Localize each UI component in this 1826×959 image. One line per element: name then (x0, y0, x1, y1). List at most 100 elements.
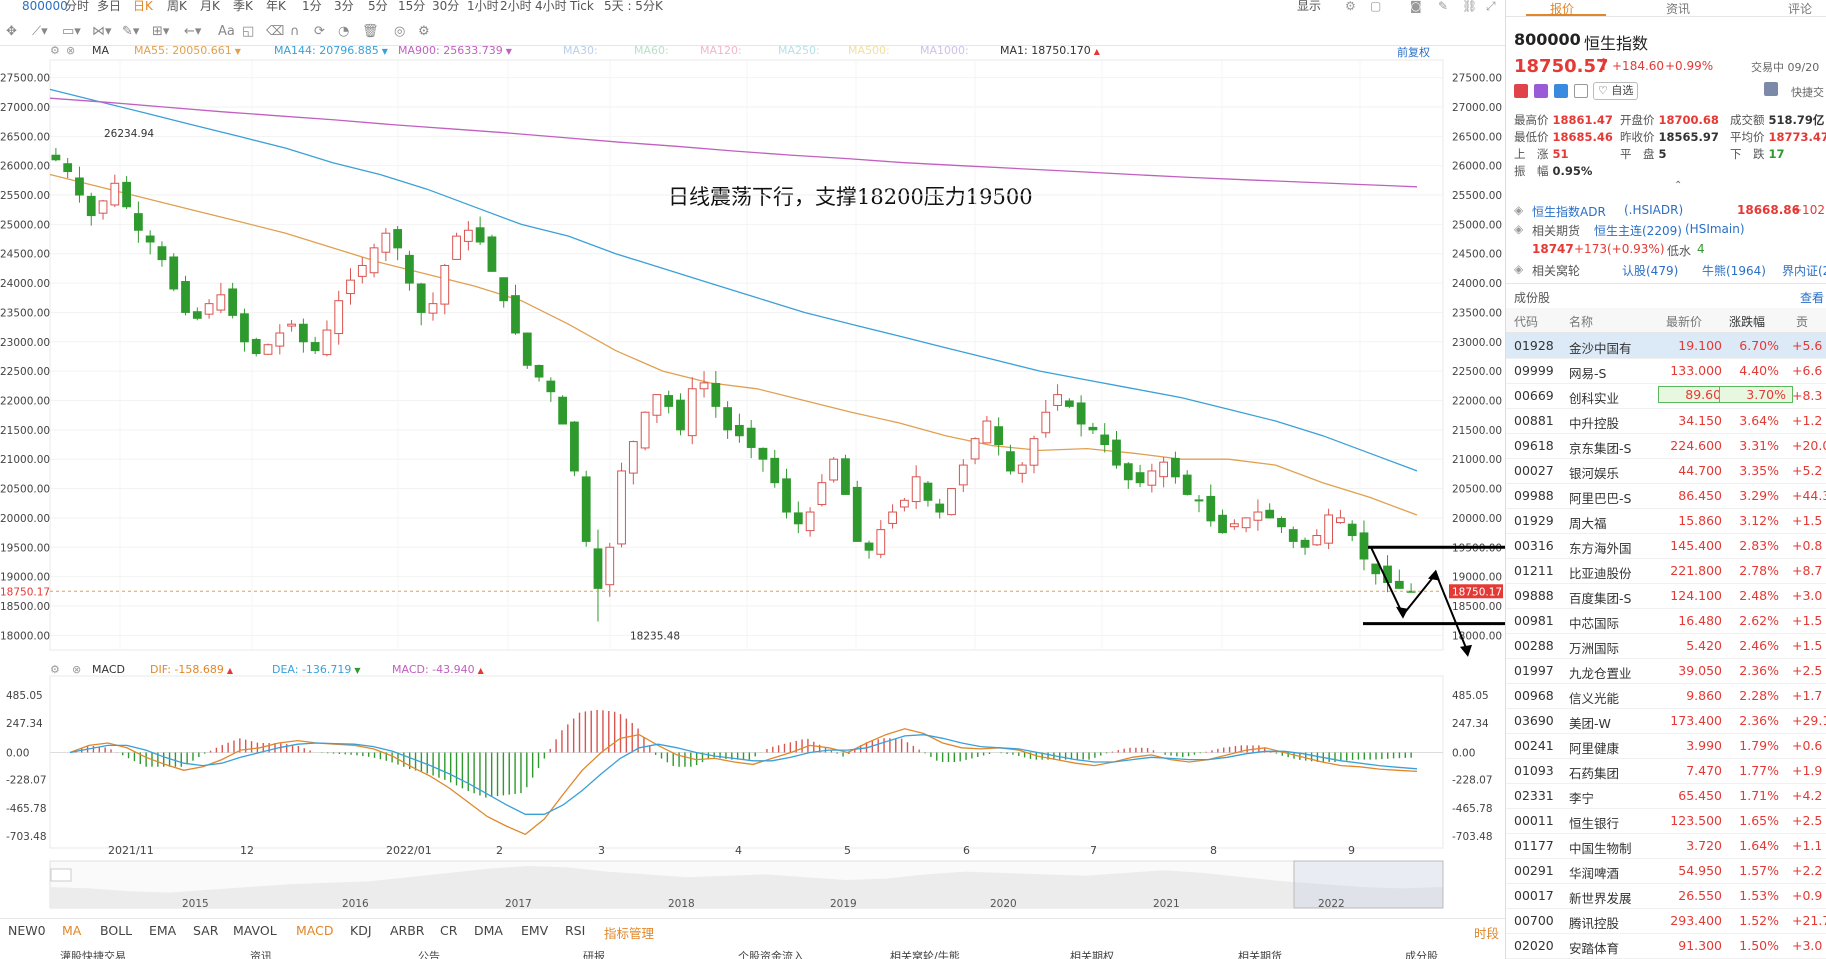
table-row[interactable]: 00700 腾讯控股 293.400 1.52% +21.7 (1506, 908, 1826, 934)
period-tab[interactable]: 30分 (432, 0, 459, 12)
table-row[interactable]: 00968 信义光能 9.860 2.28% +1.7 (1506, 683, 1826, 709)
comment-icon[interactable]: ◱ (242, 24, 254, 39)
period-tab[interactable]: 季K (233, 0, 253, 12)
link-icon[interactable]: ⛓ (1462, 0, 1477, 12)
table-row[interactable]: 00881 中升控股 34.150 3.64% +1.2 (1506, 408, 1826, 434)
period-tab[interactable]: 3分 (334, 0, 354, 12)
indicator-tab[interactable]: BOLL (100, 923, 132, 938)
fullscreen-icon[interactable]: ⤢ (1486, 0, 1496, 12)
period-tab[interactable]: 15分 (398, 0, 425, 12)
rect-tool-icon[interactable]: ▭▾ (62, 24, 81, 39)
table-row[interactable]: 00017 新世界发展 26.550 1.53% +0.9 (1506, 883, 1826, 909)
table-row[interactable]: 09888 百度集团-S 124.100 2.48% +3.0 (1506, 583, 1826, 609)
bottom-tab[interactable]: 资讯 (250, 948, 272, 959)
table-row[interactable]: 02020 安踏体育 91.300 1.50% +3.0 (1506, 933, 1826, 959)
calendar-icon[interactable] (1574, 84, 1588, 98)
indicator-tab[interactable]: ARBR (390, 923, 425, 938)
crosshair-icon[interactable]: ✥ (6, 24, 17, 39)
period-tab[interactable]: 5分 (368, 0, 388, 12)
clock-icon[interactable]: ◔ (338, 24, 349, 39)
table-row[interactable]: 09999 网易-S 133.000 4.40% +6.6 (1506, 358, 1826, 384)
warrant-link[interactable]: 界内证(22) (1782, 262, 1826, 279)
indicator-tab[interactable]: MA (62, 923, 81, 938)
navigator-window[interactable] (1293, 860, 1444, 909)
refresh-icon[interactable]: ⟳ (314, 24, 325, 39)
bottom-tab[interactable]: 公告 (418, 948, 440, 959)
table-row[interactable]: 01177 中国生物制 3.720 1.64% +1.1 (1506, 833, 1826, 859)
adr-row[interactable]: ◈ 恒生指数ADR (.HSIADR) 18668.86 +102.89(+0.… (1514, 203, 1826, 219)
collapse-icon[interactable]: ⌃ (1674, 180, 1682, 191)
magnet-icon[interactable]: ∩ (290, 24, 300, 39)
tag-icon[interactable] (1534, 84, 1548, 98)
layout-icon[interactable]: ▢ (1370, 0, 1381, 12)
table-row[interactable]: 03690 美团-W 173.400 2.36% +29.1 (1506, 708, 1826, 734)
bell-icon[interactable] (1764, 82, 1778, 96)
arrow-tool-icon[interactable]: ←▾ (184, 24, 201, 39)
visibility-icon[interactable]: ◎ (394, 24, 405, 39)
period-tab[interactable]: 日K (133, 0, 153, 12)
warrant-link[interactable]: 认股(479) (1622, 262, 1678, 279)
indicator-tab[interactable]: KDJ (350, 923, 372, 938)
table-row[interactable]: 01211 比亚迪股份 221.800 2.78% +8.7 (1506, 558, 1826, 584)
bottom-tab[interactable]: 个股资金流入 (738, 948, 804, 959)
column-header[interactable]: 最新价 (1666, 313, 1702, 330)
indicator-tab[interactable]: EMA (149, 923, 176, 938)
bottom-tab[interactable]: 相关窝轮/牛熊 (890, 948, 960, 959)
quick-trade-label[interactable]: 快捷交 (1791, 84, 1824, 100)
table-row[interactable]: 00291 华润啤酒 54.950 1.57% +2.2 (1506, 858, 1826, 884)
text-tool-icon[interactable]: Aa (218, 24, 235, 39)
line-tool-icon[interactable]: ⟋▾ (32, 24, 48, 39)
bottom-tab[interactable]: 相关期权 (1070, 948, 1114, 959)
gear-icon[interactable]: ⚙ (1345, 0, 1356, 12)
table-row[interactable]: 09988 阿里巴巴-S 86.450 3.29% +44.3 (1506, 483, 1826, 509)
camera-icon[interactable]: ◙ (1410, 0, 1422, 12)
table-row[interactable]: 00011 恒生银行 123.500 1.65% +2.5 (1506, 808, 1826, 834)
table-row[interactable]: 00241 阿里健康 3.990 1.79% +0.6 (1506, 733, 1826, 759)
table-row[interactable]: 01093 石药集团 7.470 1.77% +1.9 (1506, 758, 1826, 784)
period-tab[interactable]: 1小时 (467, 0, 499, 12)
chart-canvas[interactable]: 日线震荡下行，支撑18200压力19500 27500.0027500.0027… (0, 46, 1505, 916)
pen-tool-icon[interactable]: ✎▾ (122, 24, 139, 39)
indicator-tab[interactable]: SAR (193, 923, 218, 938)
table-row[interactable]: 00027 银河娱乐 44.700 3.35% +5.2 (1506, 458, 1826, 484)
period-tab[interactable]: Tick (570, 0, 594, 12)
period-tab[interactable]: 1分 (302, 0, 322, 12)
column-header[interactable]: 名称 (1569, 313, 1593, 330)
column-header[interactable]: 涨跌幅 (1729, 313, 1765, 330)
indicator-tab[interactable]: 指标管理 (604, 923, 654, 942)
column-header[interactable]: 贡 (1796, 313, 1808, 330)
bottom-tab[interactable]: 成分股 (1405, 948, 1438, 959)
warrant-link[interactable]: 牛熊(1964) (1702, 262, 1766, 279)
eraser-icon[interactable]: ⌫ (266, 24, 284, 39)
table-row[interactable]: 02331 李宁 65.450 1.71% +4.2 (1506, 783, 1826, 809)
watchlist-button[interactable]: ♡ 自选 (1593, 82, 1639, 100)
table-row[interactable]: 01929 周大福 15.860 3.12% +1.5 (1506, 508, 1826, 534)
period-tab[interactable]: 分时 (65, 0, 89, 12)
indicator-tab[interactable]: NEW0 (8, 923, 46, 938)
pen-icon[interactable]: ✎ (1438, 0, 1448, 12)
bottom-tab[interactable]: 研报 (583, 948, 605, 959)
futures-row[interactable]: ◈ 相关期货 恒生主连(2209) (HSImain) (1514, 222, 1826, 238)
period-tab[interactable]: 5天 : 5分K (604, 0, 663, 12)
chat-icon[interactable] (1554, 84, 1568, 98)
indicator-tab[interactable]: RSI (565, 923, 585, 938)
table-row[interactable]: 00288 万洲国际 5.420 2.46% +1.5 (1506, 633, 1826, 659)
delete-icon[interactable]: 🗑 (362, 24, 379, 39)
period-tab[interactable]: 年K (266, 0, 286, 12)
quote-tab[interactable]: 评论 (1788, 0, 1812, 17)
period-tab[interactable]: 800000 (22, 0, 68, 12)
table-row[interactable]: 09618 京东集团-S 224.600 3.31% +20.0 (1506, 433, 1826, 459)
period-tab[interactable]: 周K (167, 0, 187, 12)
fork-tool-icon[interactable]: ⋈▾ (92, 24, 112, 39)
table-row[interactable]: 01997 九龙仓置业 39.050 2.36% +2.5 (1506, 658, 1826, 684)
quote-tab[interactable]: 资讯 (1666, 0, 1690, 17)
settings-icon[interactable]: ⚙ (418, 24, 430, 39)
period-tab[interactable]: 多日 (97, 0, 121, 12)
bottom-tab[interactable]: 相关期货 (1238, 948, 1282, 959)
bottom-tab[interactable]: 灌股快捷交易 (60, 948, 126, 959)
indicator-tab[interactable]: EMV (521, 923, 548, 938)
table-row[interactable]: 01928 金沙中国有 19.100 6.70% +5.6 (1506, 333, 1826, 359)
display-menu[interactable]: 显示 (1297, 0, 1321, 12)
period-tab[interactable]: 月K (200, 0, 220, 12)
period-tab[interactable]: 2小时 (500, 0, 532, 12)
